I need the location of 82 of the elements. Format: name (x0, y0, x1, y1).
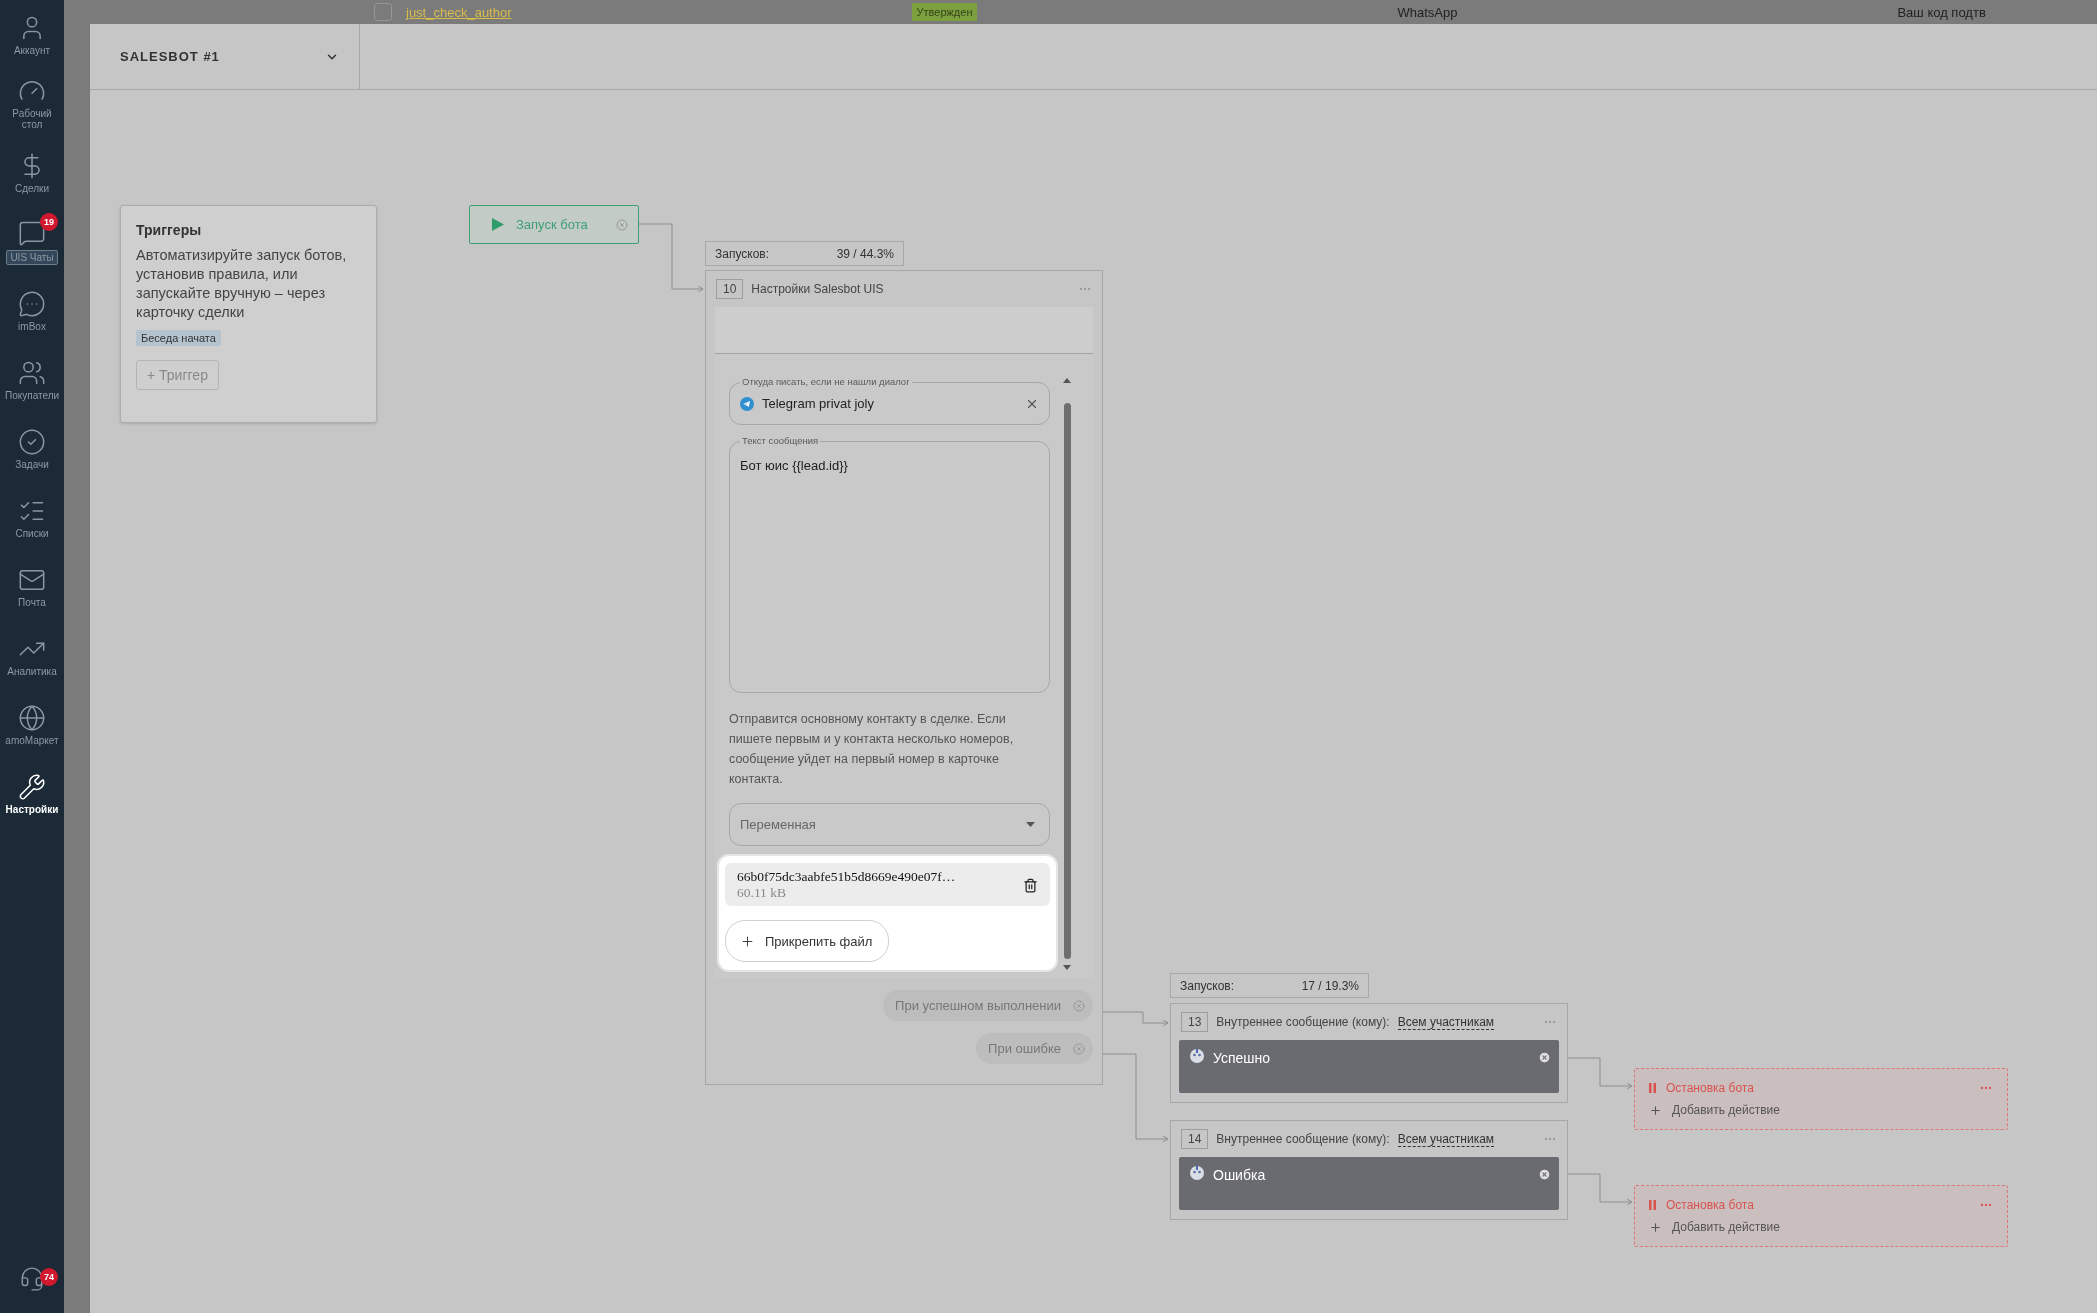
plus-icon (1649, 1220, 1662, 1234)
count-badge: 74 (40, 1268, 58, 1286)
step-number: 10 (716, 279, 744, 299)
trigger-tag[interactable]: Беседа начата (136, 330, 221, 346)
sidebar-item[interactable]: Задачи (0, 414, 64, 483)
hint-text: Отправится основному контакту в сделке. Если пишете первым и у контакта несколько номеров, сообщение уйдет на первый номер в карточке контакта. (729, 711, 1015, 788)
recipient-link[interactable]: Всем участникам (1397, 1014, 1495, 1030)
sidebar-label: Настройки (5, 803, 59, 815)
sidebar-label: Списки (15, 527, 49, 539)
node-title: Настройки Salesbot UIS (751, 282, 885, 296)
robot-icon (1189, 1048, 1205, 1064)
sidebar-label: Задачи (15, 458, 49, 470)
node-title: Остановка бота (1666, 1081, 1755, 1095)
table-cell: Ваш код подтв (1897, 4, 1986, 20)
message-text: Успешно (1213, 1049, 1272, 1066)
sidebar-item[interactable]: imBox (0, 276, 64, 345)
sidebar-icon (18, 427, 46, 456)
robot-icon (1189, 1165, 1205, 1181)
scroll-up-icon[interactable] (1063, 378, 1071, 383)
row-checkbox[interactable] (374, 3, 392, 21)
sidebar-item[interactable]: Настройки (0, 759, 64, 828)
variable-select[interactable]: Переменная (729, 803, 1050, 846)
stats-caption: Запусков: (715, 246, 770, 261)
scrollbar-thumb[interactable] (1063, 403, 1071, 959)
headset-icon (19, 1265, 45, 1292)
add-action-button[interactable]: Добавить действие (1649, 1220, 1993, 1234)
pause-icon (1649, 1200, 1656, 1210)
sidebar-icon (18, 703, 46, 732)
count-badge: 19 (40, 213, 58, 231)
stats-caption: Запусков: (1180, 978, 1235, 993)
sidebar-icon (18, 289, 46, 318)
sidebar-label: Рабочий стол (11, 108, 53, 130)
step-number: 14 (1181, 1129, 1209, 1149)
sidebar-label: imBox (18, 320, 46, 332)
sidebar-item[interactable]: Почта (0, 552, 64, 621)
pause-icon (1649, 1083, 1656, 1093)
sidebar-item[interactable]: Списки (0, 483, 64, 552)
sidebar-label: Покупатели (5, 389, 59, 401)
connector-line (638, 223, 704, 293)
plus-icon (740, 933, 755, 949)
close-icon[interactable] (616, 218, 628, 231)
sidebar-label: Аккаунт (13, 44, 51, 56)
sidebar-label: Почта (18, 596, 46, 608)
close-icon[interactable] (1538, 1051, 1551, 1064)
support-button[interactable]: 74 (0, 1244, 64, 1313)
sidebar-item[interactable]: Сделки (0, 138, 64, 207)
node-title: Внутреннее сообщение (кому): (1216, 1132, 1390, 1146)
attach-file-button[interactable]: Прикрепить файл (725, 920, 890, 962)
sidebar-label: amoМаркет (5, 734, 59, 746)
recipient-link[interactable]: Всем участникам (1397, 1131, 1495, 1147)
plus-icon (1649, 1103, 1662, 1117)
play-icon (492, 218, 504, 231)
add-action-button[interactable]: Добавить действие (1649, 1103, 1993, 1117)
file-name: 66b0f75dc3aabfe51b5d8669e490e07f… (737, 869, 957, 885)
bot-selector[interactable]: SALESBOT #1 (90, 24, 360, 89)
sidebar-item[interactable]: UIS Чаты 19 (0, 207, 64, 276)
sidebar-icon (18, 772, 46, 801)
sidebar-item[interactable]: Аккаунт (0, 0, 64, 69)
sidebar-label: Аналитика (7, 665, 57, 677)
node-title: Внутреннее сообщение (кому): (1216, 1015, 1390, 1029)
sidebar-item[interactable]: Покупатели (0, 345, 64, 414)
sidebar-label: UIS Чаты (6, 249, 58, 265)
card-description: Автоматизируйте запуск ботов, установив правила, или запускайте вручную – через карточку сделки (136, 246, 348, 322)
node-title: Остановка бота (1666, 1198, 1755, 1212)
step-number: 13 (1181, 1012, 1209, 1032)
close-icon[interactable] (1538, 1168, 1551, 1181)
scroll-down-icon[interactable] (1063, 965, 1071, 970)
table-cell: WhatsApp (1397, 4, 1458, 20)
caret-icon (1026, 822, 1035, 827)
stats-value: 39 / 44.3% (836, 246, 894, 261)
stats-value: 17 / 19.3% (1301, 978, 1359, 993)
sidebar-item[interactable]: amoМаркет (0, 690, 64, 759)
telegram-icon (740, 396, 754, 411)
sidebar-item[interactable]: Аналитика (0, 621, 64, 690)
node-label: Запуск бота (516, 217, 589, 232)
trash-icon[interactable] (1023, 877, 1038, 893)
sidebar-item[interactable]: Рабочий стол (0, 69, 64, 138)
card-title: Триггеры (136, 222, 202, 238)
message-text: Ошибка (1213, 1166, 1267, 1183)
status-badge: Утвержден (911, 3, 978, 21)
file-size: 60.11 kB (737, 885, 787, 901)
sidebar-label: Сделки (14, 182, 50, 194)
